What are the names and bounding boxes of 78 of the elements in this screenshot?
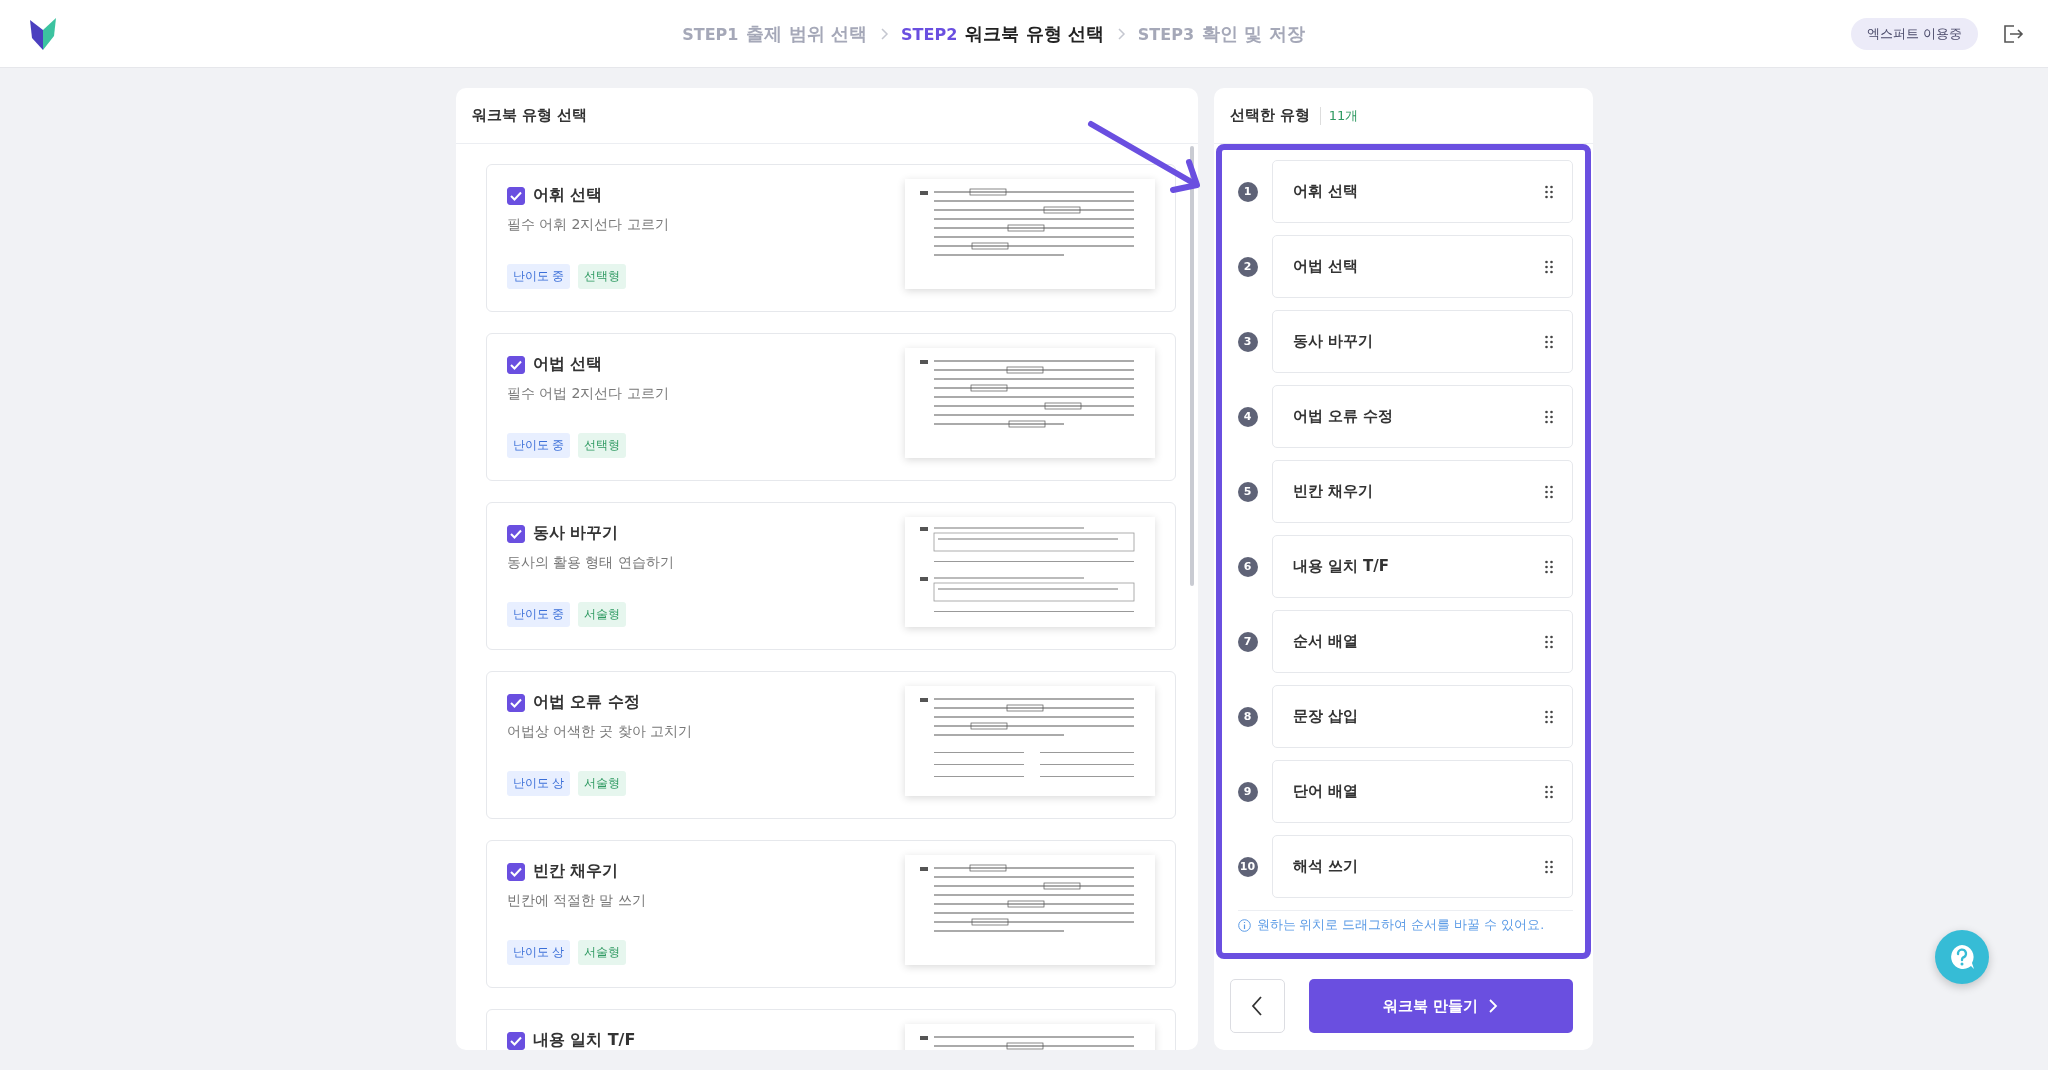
chevron-right-icon xyxy=(1488,998,1499,1014)
checkbox[interactable] xyxy=(506,862,525,881)
format-tag: 선택형 xyxy=(578,433,627,458)
card-title: 어법 선택 xyxy=(532,354,603,375)
card-title: 빈칸 채우기 xyxy=(532,861,619,882)
drag-handle-icon[interactable] xyxy=(1543,333,1554,350)
workbook-type-card[interactable]: 동사 바꾸기 동사의 활용 형태 연습하기 난이도 중 서술형 xyxy=(485,502,1176,650)
order-number: 10 xyxy=(1237,856,1258,877)
drag-handle-icon[interactable] xyxy=(1543,183,1554,200)
card-description: 필수 어법 2지선다 고르기 xyxy=(506,385,669,403)
order-number: 8 xyxy=(1237,706,1258,727)
card-description: 어법상 어색한 곳 찾아 고치기 xyxy=(506,723,693,741)
format-tag: 서술형 xyxy=(578,602,627,627)
workbook-type-card[interactable]: 내용 일치 T/F xyxy=(485,1009,1176,1050)
drag-handle-icon[interactable] xyxy=(1543,258,1554,275)
checkbox[interactable] xyxy=(506,1031,525,1050)
selected-type-item[interactable]: 동사 바꾸기 xyxy=(1271,310,1573,373)
order-number: 2 xyxy=(1237,256,1258,277)
selected-type-item[interactable]: 어법 오류 수정 xyxy=(1271,385,1573,448)
order-number: 6 xyxy=(1237,556,1258,577)
workbook-type-card[interactable]: 어법 오류 수정 어법상 어색한 곳 찾아 고치기 난이도 상 서술형 xyxy=(485,671,1176,819)
format-tag: 서술형 xyxy=(578,771,627,796)
selected-type-item[interactable]: 어휘 선택 xyxy=(1271,160,1573,223)
checkbox[interactable] xyxy=(506,355,525,374)
selected-type-item[interactable]: 내용 일치 T/F xyxy=(1271,535,1573,598)
difficulty-tag: 난이도 중 xyxy=(506,433,571,458)
checkbox[interactable] xyxy=(506,693,525,712)
selected-type-item[interactable]: 빈칸 채우기 xyxy=(1271,460,1573,523)
drag-handle-icon[interactable] xyxy=(1543,633,1554,650)
checkbox[interactable] xyxy=(506,186,525,205)
card-title: 내용 일치 T/F xyxy=(532,1030,636,1050)
panel-title: 선택한 유형 xyxy=(1229,106,1310,125)
logout-icon[interactable] xyxy=(2002,22,2024,45)
card-description: 동사의 활용 형태 연습하기 xyxy=(506,554,674,572)
order-number: 3 xyxy=(1237,331,1258,352)
order-number: 7 xyxy=(1237,631,1258,652)
order-number: 1 xyxy=(1237,181,1258,202)
order-number: 4 xyxy=(1237,406,1258,427)
card-title: 어휘 선택 xyxy=(532,185,603,206)
chevron-left-icon xyxy=(1250,995,1264,1017)
drag-hint: 원하는 위치로 드래그하여 순서를 바꿀 수 있어요. xyxy=(1256,917,1545,934)
format-tag: 서술형 xyxy=(578,940,627,965)
card-title: 동사 바꾸기 xyxy=(532,523,619,544)
selected-count: 11개 xyxy=(1319,106,1359,125)
order-number: 9 xyxy=(1237,781,1258,802)
selected-type-item[interactable]: 문장 삽입 xyxy=(1271,685,1573,748)
chevron-icon xyxy=(1115,26,1126,41)
scrollbar-thumb[interactable] xyxy=(1189,146,1194,586)
drag-handle-icon[interactable] xyxy=(1543,558,1554,575)
create-workbook-button[interactable]: 워크북 만들기 xyxy=(1308,979,1573,1033)
card-description: 빈칸에 적절한 말 쓰기 xyxy=(506,892,646,910)
format-tag: 선택형 xyxy=(578,264,627,289)
drag-handle-icon[interactable] xyxy=(1543,708,1554,725)
chevron-icon xyxy=(879,26,890,41)
difficulty-tag: 난이도 상 xyxy=(506,771,571,796)
difficulty-tag: 난이도 상 xyxy=(506,940,571,965)
card-title: 어법 오류 수정 xyxy=(532,692,640,713)
difficulty-tag: 난이도 중 xyxy=(506,602,571,627)
selected-type-item[interactable]: 순서 배열 xyxy=(1271,610,1573,673)
order-number: 5 xyxy=(1237,481,1258,502)
workbook-type-card[interactable]: 어법 선택 필수 어법 2지선다 고르기 난이도 중 선택형 xyxy=(485,333,1176,481)
workbook-type-card[interactable]: 빈칸 채우기 빈칸에 적절한 말 쓰기 난이도 상 서술형 xyxy=(485,840,1176,988)
selected-type-item[interactable]: 해석 쓰기 xyxy=(1271,835,1573,898)
drag-handle-icon[interactable] xyxy=(1543,858,1554,875)
card-description: 필수 어휘 2지선다 고르기 xyxy=(506,216,669,234)
step-tab[interactable]: STEP2 워크북 유형 선택 xyxy=(901,21,1104,46)
drag-handle-icon[interactable] xyxy=(1543,483,1554,500)
difficulty-tag: 난이도 중 xyxy=(506,264,571,289)
info-icon xyxy=(1237,919,1251,932)
logo-icon[interactable] xyxy=(30,17,56,50)
plan-badge: 엑스퍼트 이용중 xyxy=(1850,17,1978,50)
checkbox[interactable] xyxy=(506,524,525,543)
workbook-type-card[interactable]: 어휘 선택 필수 어휘 2지선다 고르기 난이도 중 선택형 xyxy=(485,164,1176,312)
drag-handle-icon[interactable] xyxy=(1543,783,1554,800)
selected-type-item[interactable]: 단어 배열 xyxy=(1271,760,1573,823)
drag-handle-icon[interactable] xyxy=(1543,408,1554,425)
selected-type-item[interactable]: 어법 선택 xyxy=(1271,235,1573,298)
panel-title: 워크북 유형 선택 xyxy=(471,106,587,125)
